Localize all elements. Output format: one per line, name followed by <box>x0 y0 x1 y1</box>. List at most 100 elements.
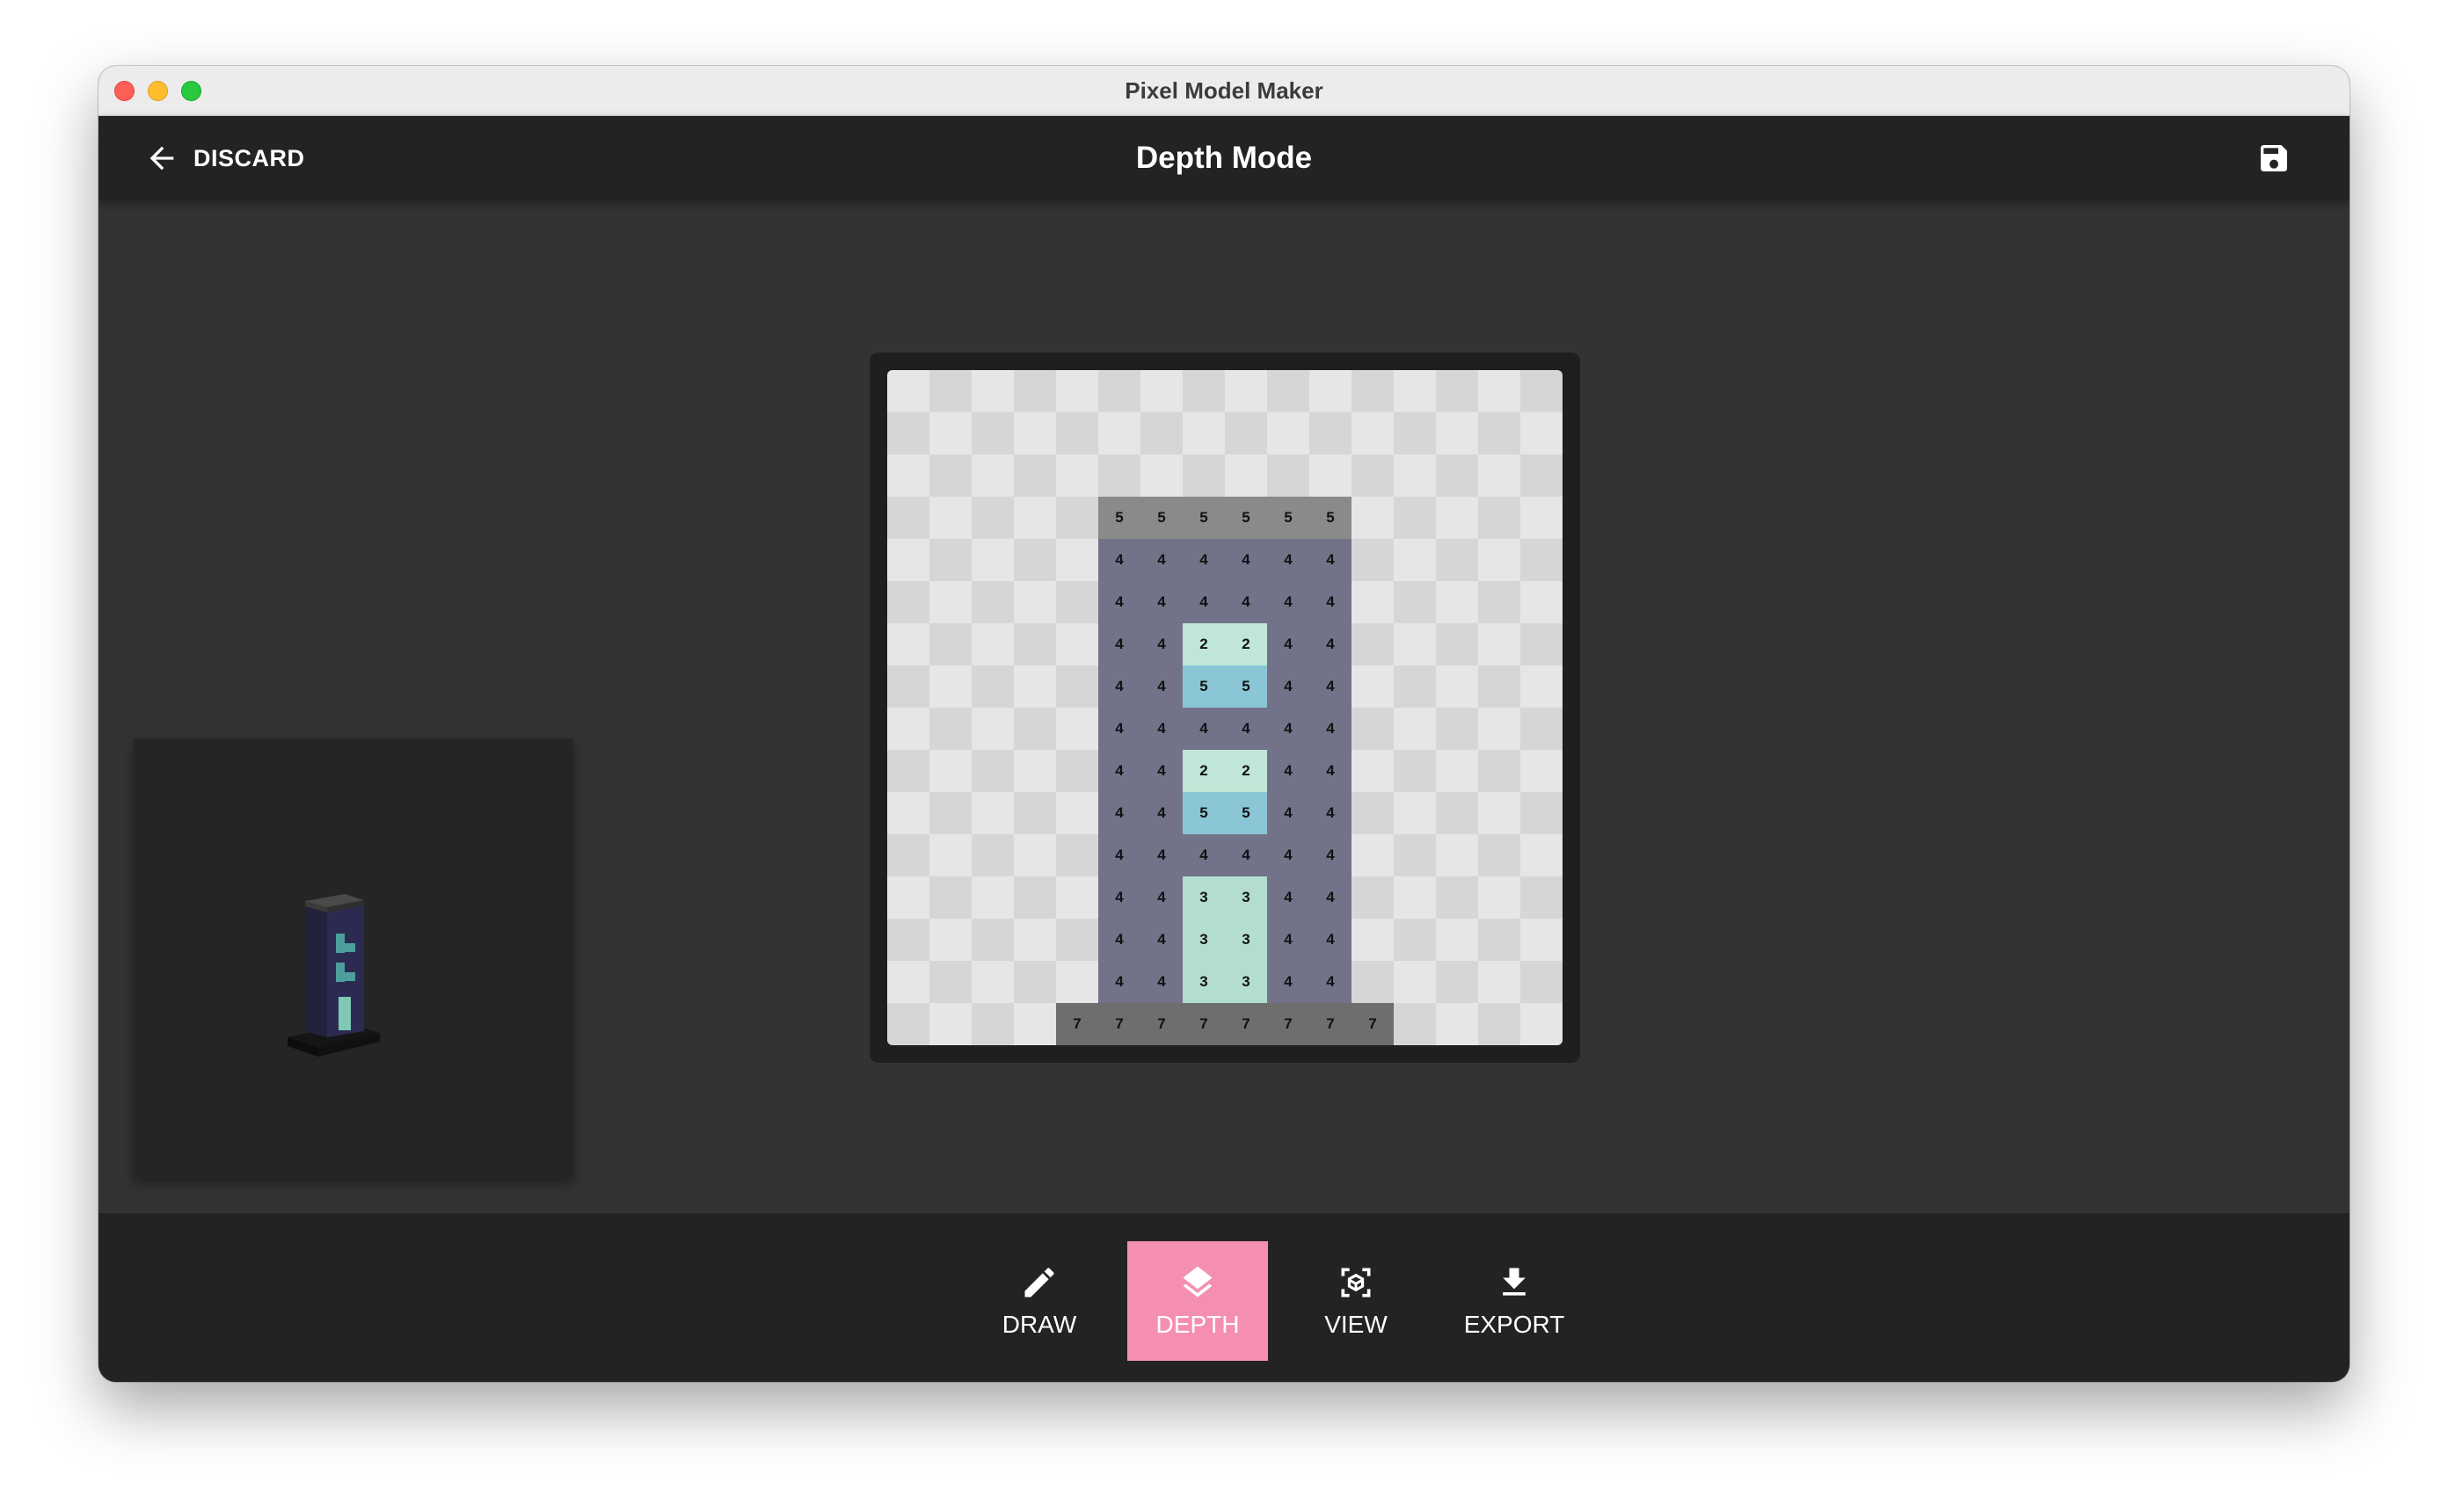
empty-cell[interactable] <box>929 412 972 454</box>
empty-cell[interactable] <box>972 876 1014 919</box>
empty-cell[interactable] <box>1014 454 1056 497</box>
depth-cell[interactable]: 4 <box>1309 834 1352 876</box>
depth-cell[interactable]: 4 <box>1309 876 1352 919</box>
empty-cell[interactable] <box>1520 581 1563 623</box>
depth-cell[interactable]: 4 <box>1267 876 1309 919</box>
empty-cell[interactable] <box>1056 623 1098 665</box>
depth-cell[interactable]: 4 <box>1225 539 1267 581</box>
depth-cell[interactable]: 4 <box>1098 834 1140 876</box>
empty-cell[interactable] <box>1520 708 1563 750</box>
empty-cell[interactable] <box>1056 454 1098 497</box>
empty-cell[interactable] <box>887 919 929 961</box>
empty-cell[interactable] <box>1394 412 1436 454</box>
depth-cell[interactable]: 4 <box>1098 708 1140 750</box>
empty-cell[interactable] <box>972 919 1014 961</box>
empty-cell[interactable] <box>1352 792 1394 834</box>
empty-cell[interactable] <box>972 370 1014 412</box>
depth-cell[interactable]: 5 <box>1183 665 1225 708</box>
empty-cell[interactable] <box>1436 1003 1478 1045</box>
empty-cell[interactable] <box>929 454 972 497</box>
depth-cell[interactable]: 4 <box>1140 919 1183 961</box>
depth-cell[interactable]: 7 <box>1225 1003 1267 1045</box>
empty-cell[interactable] <box>1394 792 1436 834</box>
empty-cell[interactable] <box>1014 539 1056 581</box>
depth-cell[interactable]: 4 <box>1098 961 1140 1003</box>
empty-cell[interactable] <box>887 834 929 876</box>
empty-cell[interactable] <box>1352 665 1394 708</box>
empty-cell[interactable] <box>1478 623 1520 665</box>
empty-cell[interactable] <box>1225 412 1267 454</box>
empty-cell[interactable] <box>1394 1003 1436 1045</box>
depth-cell[interactable]: 4 <box>1183 539 1225 581</box>
empty-cell[interactable] <box>1520 1003 1563 1045</box>
depth-cell[interactable]: 7 <box>1352 1003 1394 1045</box>
empty-cell[interactable] <box>1014 412 1056 454</box>
pixel-grid[interactable]: 5555554444444444444422444455444444444422… <box>887 370 1563 1045</box>
empty-cell[interactable] <box>1394 876 1436 919</box>
empty-cell[interactable] <box>972 539 1014 581</box>
empty-cell[interactable] <box>1478 370 1520 412</box>
empty-cell[interactable] <box>887 497 929 539</box>
empty-cell[interactable] <box>1436 792 1478 834</box>
depth-cell[interactable]: 3 <box>1183 919 1225 961</box>
empty-cell[interactable] <box>972 792 1014 834</box>
depth-cell[interactable]: 4 <box>1183 708 1225 750</box>
empty-cell[interactable] <box>1352 708 1394 750</box>
empty-cell[interactable] <box>1352 412 1394 454</box>
empty-cell[interactable] <box>887 961 929 1003</box>
empty-cell[interactable] <box>887 412 929 454</box>
depth-cell[interactable]: 4 <box>1098 792 1140 834</box>
empty-cell[interactable] <box>1478 412 1520 454</box>
empty-cell[interactable] <box>1478 581 1520 623</box>
empty-cell[interactable] <box>929 665 972 708</box>
depth-cell[interactable]: 4 <box>1309 750 1352 792</box>
empty-cell[interactable] <box>929 961 972 1003</box>
empty-cell[interactable] <box>1183 370 1225 412</box>
empty-cell[interactable] <box>1014 497 1056 539</box>
empty-cell[interactable] <box>1352 539 1394 581</box>
depth-cell[interactable]: 7 <box>1309 1003 1352 1045</box>
depth-cell[interactable]: 4 <box>1098 581 1140 623</box>
depth-cell[interactable]: 4 <box>1098 750 1140 792</box>
empty-cell[interactable] <box>1478 454 1520 497</box>
empty-cell[interactable] <box>1520 539 1563 581</box>
empty-cell[interactable] <box>887 708 929 750</box>
depth-cell[interactable]: 5 <box>1183 792 1225 834</box>
depth-cell[interactable]: 2 <box>1225 750 1267 792</box>
empty-cell[interactable] <box>972 581 1014 623</box>
empty-cell[interactable] <box>887 792 929 834</box>
depth-cell[interactable]: 4 <box>1140 792 1183 834</box>
depth-cell[interactable]: 4 <box>1309 708 1352 750</box>
depth-cell[interactable]: 4 <box>1267 665 1309 708</box>
depth-cell[interactable]: 3 <box>1183 876 1225 919</box>
empty-cell[interactable] <box>1394 454 1436 497</box>
empty-cell[interactable] <box>1098 412 1140 454</box>
depth-cell[interactable]: 4 <box>1309 792 1352 834</box>
depth-cell[interactable]: 4 <box>1140 623 1183 665</box>
empty-cell[interactable] <box>1352 876 1394 919</box>
3d-preview[interactable] <box>134 738 573 1178</box>
empty-cell[interactable] <box>1140 412 1183 454</box>
depth-cell[interactable]: 4 <box>1140 750 1183 792</box>
empty-cell[interactable] <box>887 454 929 497</box>
empty-cell[interactable] <box>1352 581 1394 623</box>
depth-cell[interactable]: 4 <box>1183 834 1225 876</box>
depth-cell[interactable]: 5 <box>1098 497 1140 539</box>
empty-cell[interactable] <box>1225 370 1267 412</box>
empty-cell[interactable] <box>1014 792 1056 834</box>
empty-cell[interactable] <box>1014 1003 1056 1045</box>
empty-cell[interactable] <box>929 1003 972 1045</box>
depth-cell[interactable]: 4 <box>1309 919 1352 961</box>
empty-cell[interactable] <box>929 919 972 961</box>
empty-cell[interactable] <box>1436 623 1478 665</box>
depth-cell[interactable]: 4 <box>1183 581 1225 623</box>
depth-cell[interactable]: 7 <box>1140 1003 1183 1045</box>
depth-cell[interactable]: 4 <box>1267 961 1309 1003</box>
empty-cell[interactable] <box>1014 876 1056 919</box>
depth-cell[interactable]: 4 <box>1267 623 1309 665</box>
depth-cell[interactable]: 5 <box>1225 792 1267 834</box>
depth-cell[interactable]: 4 <box>1267 919 1309 961</box>
empty-cell[interactable] <box>972 454 1014 497</box>
empty-cell[interactable] <box>1436 454 1478 497</box>
empty-cell[interactable] <box>887 665 929 708</box>
